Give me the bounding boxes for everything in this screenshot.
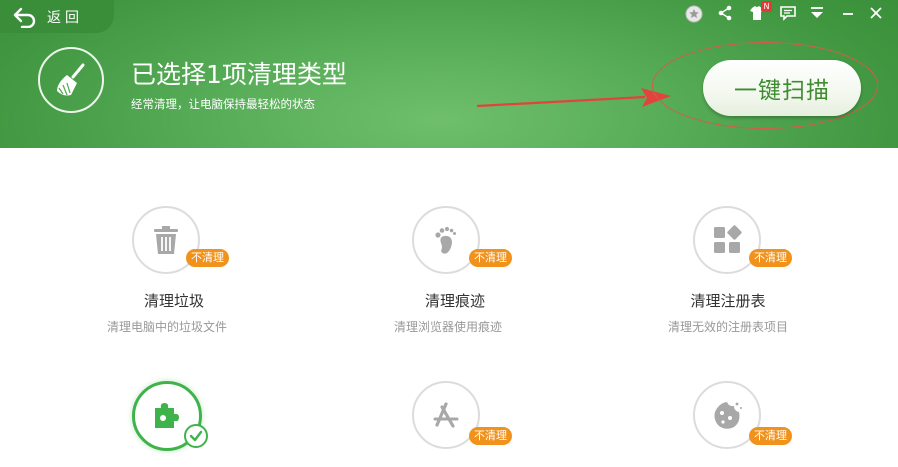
footprint-icon	[435, 226, 456, 254]
menu-dropdown-icon[interactable]	[807, 3, 827, 23]
notification-badge: N	[761, 1, 772, 12]
close-icon[interactable]	[866, 3, 886, 23]
app-store-icon	[433, 402, 459, 428]
annotation-arrow	[476, 88, 671, 108]
trash-icon	[154, 226, 178, 254]
traces-circle[interactable]	[412, 206, 480, 274]
item-desc: 清理无效的注册表项目	[667, 320, 788, 334]
puzzle-icon	[155, 403, 179, 428]
status-badge: 不清理	[469, 427, 512, 445]
back-button[interactable]: 返回	[0, 0, 114, 33]
item-title: 清理注册表	[690, 292, 766, 310]
minimize-icon[interactable]	[838, 3, 858, 23]
status-badge: 不清理	[469, 249, 512, 267]
page-subtitle: 经常清理，让电脑保持最轻松的状态	[131, 97, 315, 111]
page-title: 已选择1项清理类型	[131, 60, 347, 89]
broom-logo	[38, 47, 104, 113]
status-badge: 不清理	[749, 427, 792, 445]
cookie-icon	[714, 402, 742, 429]
back-label: 返回	[47, 10, 83, 26]
item-title: 清理垃圾	[143, 292, 204, 310]
status-badge: 不清理	[749, 249, 792, 267]
selected-check-icon	[184, 424, 208, 448]
broom-icon	[57, 63, 85, 96]
header-banner: 返回 N 已选择1项清理类型 经常清理，让电脑保持最轻松的状态 一键扫描	[0, 0, 898, 148]
message-icon[interactable]	[778, 3, 798, 23]
status-badge: 不清理	[186, 249, 229, 267]
one-click-scan-button[interactable]: 一键扫描	[703, 60, 861, 116]
registry-icon	[714, 225, 742, 253]
item-title: 清理痕迹	[424, 292, 485, 310]
medal-icon[interactable]	[684, 3, 704, 23]
item-desc: 清理电脑中的垃圾文件	[106, 320, 227, 334]
item-desc: 清理浏览器使用痕迹	[393, 320, 502, 334]
share-icon[interactable]	[715, 3, 735, 23]
back-arrow-icon	[13, 7, 36, 28]
